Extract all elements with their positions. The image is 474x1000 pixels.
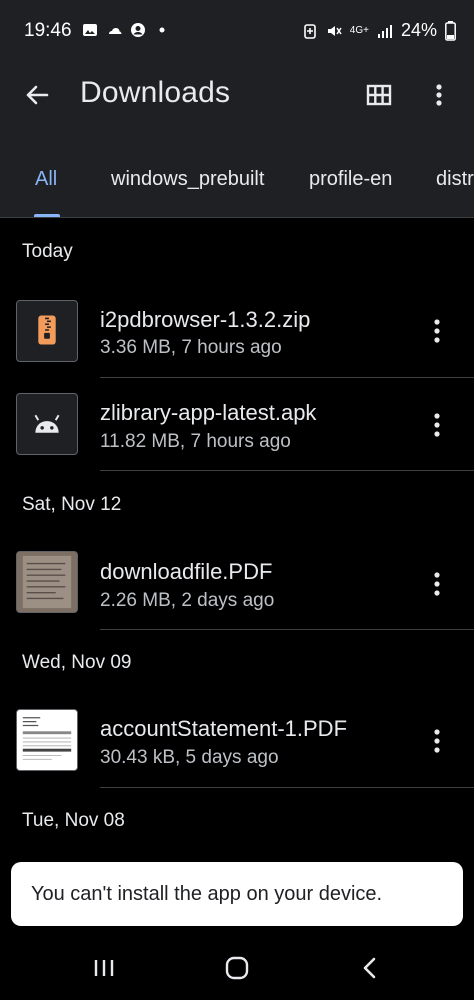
grid-view-icon[interactable] — [362, 78, 396, 112]
filter-tabs: All windows_prebuilt profile-en distr — [0, 158, 474, 218]
more-vert-icon[interactable] — [426, 569, 448, 599]
row-divider — [100, 787, 474, 788]
file-row[interactable]: accountStatement-1.PDF 30.43 kB, 5 days … — [0, 696, 474, 786]
toast-message: You can't install the app on your device… — [11, 862, 463, 926]
tab-profile-en[interactable]: profile-en — [309, 168, 392, 191]
statement-document-icon — [17, 710, 77, 770]
section-header: Sat, Nov 12 — [22, 494, 122, 515]
mute-icon — [327, 25, 342, 36]
file-row[interactable]: zlibrary-app-latest.apk 11.82 MB, 7 hour… — [0, 380, 474, 470]
tab-all[interactable]: All — [35, 168, 57, 191]
account-icon — [131, 23, 145, 37]
more-vert-icon[interactable] — [426, 726, 448, 756]
battery-saver-icon — [303, 23, 316, 39]
section-header: Today — [22, 241, 73, 262]
section-header: Tue, Nov 08 — [22, 810, 125, 831]
tabs-divider — [0, 217, 474, 218]
row-divider — [100, 377, 474, 378]
file-meta: 2.26 MB, 2 days ago — [100, 590, 275, 611]
status-bar: 19:46 4G+ 24% — [0, 0, 474, 62]
system-status-icons: 4G+ 24% — [302, 20, 456, 41]
file-row[interactable]: i2pdbrowser-1.3.2.zip 3.36 MB, 7 hours a… — [0, 286, 474, 376]
battery-icon — [445, 20, 456, 41]
app-bar: Downloads — [0, 62, 474, 130]
signal-icon — [377, 24, 392, 38]
tab-windows-prebuilt[interactable]: windows_prebuilt — [111, 168, 264, 191]
file-meta: 11.82 MB, 7 hours ago — [100, 431, 291, 452]
file-name: downloadfile.PDF — [100, 559, 273, 584]
toast-text: You can't install the app on your device… — [31, 883, 383, 905]
dot-icon — [159, 27, 165, 33]
file-meta: 30.43 kB, 5 days ago — [100, 747, 279, 768]
system-nav-bar — [0, 932, 474, 1000]
home-icon[interactable] — [217, 950, 257, 986]
status-time: 19:46 — [24, 20, 72, 41]
weather-icon — [109, 28, 122, 34]
back-arrow-icon[interactable] — [20, 78, 54, 112]
pdf-thumbnail — [16, 709, 78, 771]
file-thumbnail — [16, 300, 78, 362]
more-vert-icon[interactable] — [426, 78, 452, 112]
gallery-icon — [83, 24, 97, 36]
more-vert-icon[interactable] — [426, 316, 448, 346]
more-vert-icon[interactable] — [426, 410, 448, 440]
file-name: i2pdbrowser-1.3.2.zip — [100, 307, 311, 332]
row-divider — [100, 629, 474, 630]
section-header: Wed, Nov 09 — [22, 652, 132, 673]
tab-distr[interactable]: distr — [436, 168, 474, 191]
file-name: accountStatement-1.PDF — [100, 716, 348, 741]
back-icon[interactable] — [350, 950, 390, 986]
file-name: zlibrary-app-latest.apk — [100, 400, 317, 425]
battery-percent: 24% — [400, 20, 437, 40]
pdf-thumbnail — [16, 551, 78, 613]
page-title: Downloads — [80, 76, 231, 109]
file-thumbnail — [16, 393, 78, 455]
network-type: 4G+ — [349, 24, 369, 36]
recents-icon[interactable] — [84, 950, 124, 986]
zip-icon — [38, 315, 56, 345]
file-meta: 3.36 MB, 7 hours ago — [100, 337, 282, 358]
notification-icons — [82, 22, 170, 38]
document-photo-icon — [17, 552, 77, 612]
top-app-area: 19:46 4G+ 24% Downloads All windows_preb… — [0, 0, 474, 218]
android-icon — [34, 414, 60, 433]
file-row[interactable]: downloadfile.PDF 2.26 MB, 2 days ago — [0, 537, 474, 627]
row-divider — [100, 470, 474, 471]
